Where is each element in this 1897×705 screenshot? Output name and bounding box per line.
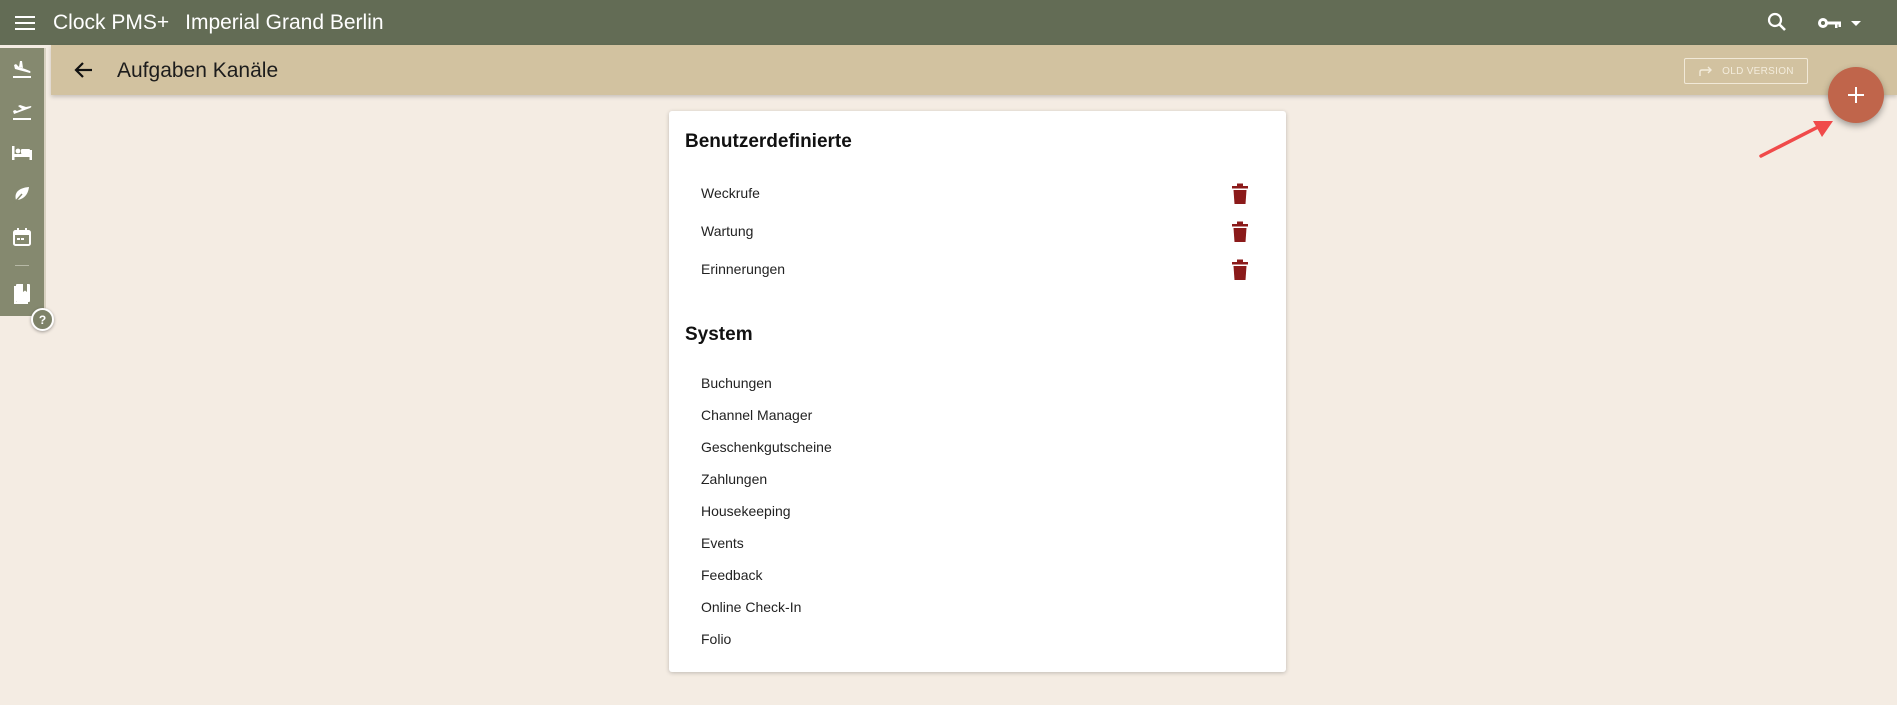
side-navigation-rail (0, 48, 46, 316)
old-version-label: OLD VERSION (1722, 65, 1794, 77)
list-item: Wartung (701, 223, 754, 239)
help-button[interactable]: ? (31, 308, 54, 331)
annotation-arrow-icon (1759, 121, 1833, 158)
trash-icon (1232, 259, 1248, 280)
list-item: Housekeeping (701, 503, 791, 519)
custom-section-heading: Benutzerdefinierte (685, 131, 852, 152)
nav-calendar[interactable] (0, 219, 44, 255)
delete-button[interactable] (1231, 221, 1249, 243)
trash-icon (1232, 183, 1248, 204)
airplane-departure-icon (13, 105, 32, 120)
delete-button[interactable] (1231, 259, 1249, 281)
page-header: Aufgaben Kanäle OLD VERSION (51, 45, 1897, 95)
trash-icon (1232, 221, 1248, 242)
page-title: Aufgaben Kanäle (117, 59, 279, 82)
nav-bookings[interactable] (0, 276, 44, 312)
list-item: Feedback (701, 567, 763, 583)
system-section-heading: System (685, 324, 753, 345)
rail-divider (15, 265, 29, 266)
hotel-title: Imperial Grand Berlin (185, 10, 384, 34)
airplane-arrival-icon (13, 61, 31, 78)
list-item: Folio (701, 631, 732, 647)
hamburger-menu-button[interactable] (0, 0, 50, 45)
list-item: Weckrufe (701, 185, 760, 201)
search-button[interactable] (1763, 9, 1791, 37)
top-app-bar: Clock PMS+ Imperial Grand Berlin (0, 0, 1897, 45)
list-item: Events (701, 535, 744, 551)
old-version-button[interactable]: OLD VERSION (1684, 58, 1808, 84)
list-item: Channel Manager (701, 407, 813, 423)
add-channel-fab[interactable] (1828, 67, 1884, 123)
hamburger-icon (15, 15, 35, 30)
chevron-down-icon (1851, 21, 1861, 26)
list-item: Buchungen (701, 375, 772, 391)
app-title: Clock PMS+ (53, 10, 170, 34)
list-item: Online Check-In (701, 599, 802, 615)
leaf-icon (13, 187, 29, 204)
key-icon (1818, 18, 1841, 28)
calendar-icon (13, 228, 31, 246)
arrow-left-icon (74, 62, 92, 78)
search-icon (1767, 12, 1786, 31)
back-button[interactable] (71, 57, 97, 83)
delete-button[interactable] (1231, 183, 1249, 205)
plus-icon (1848, 87, 1864, 103)
nav-rooms[interactable] (0, 135, 44, 171)
nav-arrivals[interactable] (0, 51, 44, 87)
nav-departures[interactable] (0, 93, 44, 129)
list-item: Zahlungen (701, 471, 768, 487)
redo-arrow-icon (1699, 66, 1713, 76)
account-menu-button[interactable] (1817, 9, 1865, 37)
bed-icon (12, 146, 32, 160)
list-item: Geschenkgutscheine (701, 439, 832, 455)
nav-housekeeping[interactable] (0, 177, 44, 213)
list-item: Erinnerungen (701, 261, 786, 277)
book-icon (14, 284, 30, 304)
channels-card: Benutzerdefinierte Weckrufe Wartung Erin… (669, 111, 1286, 672)
